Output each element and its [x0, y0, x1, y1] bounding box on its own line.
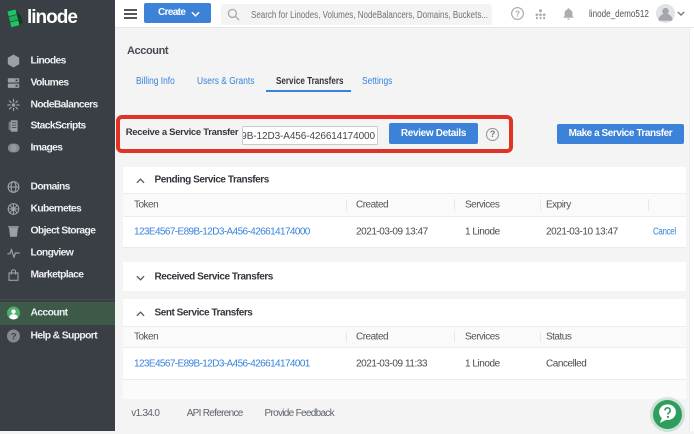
- svg-text:?: ?: [11, 331, 16, 341]
- svg-text:?: ?: [515, 9, 520, 18]
